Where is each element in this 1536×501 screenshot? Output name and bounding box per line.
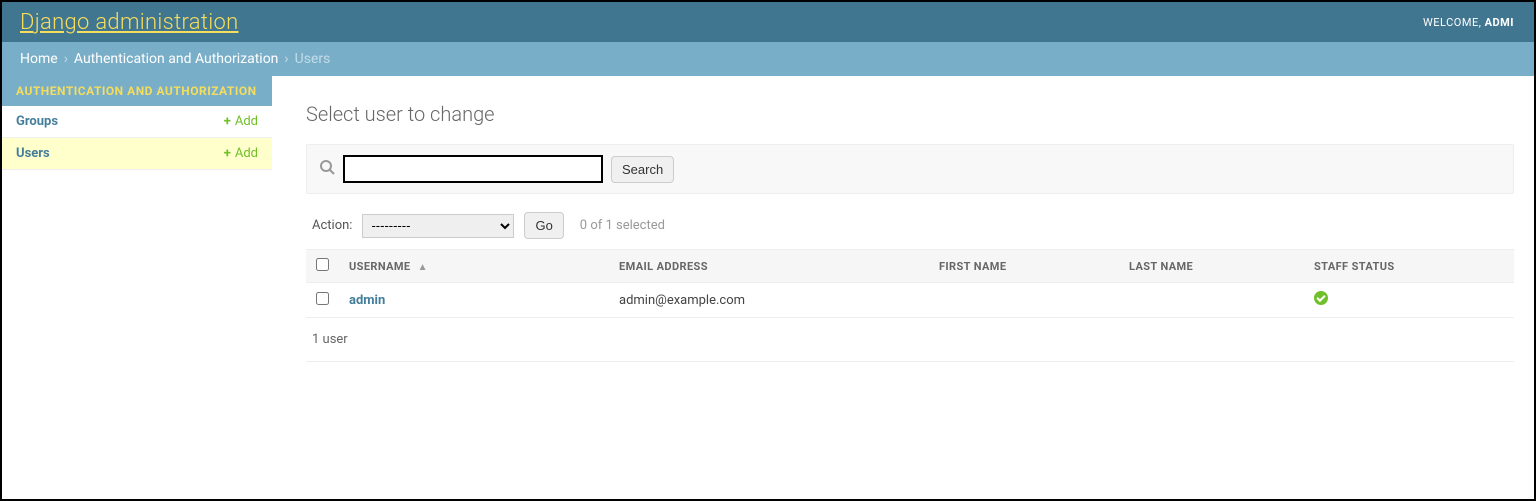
col-first-name[interactable]: FIRST NAME bbox=[929, 250, 1119, 283]
user-tools: WELCOME, ADMI bbox=[1423, 16, 1514, 29]
sidebar: AUTHENTICATION AND AUTHORIZATION Groups … bbox=[2, 76, 272, 382]
sidebar-item-users[interactable]: Users + Add bbox=[2, 138, 272, 170]
action-select[interactable]: --------- bbox=[362, 214, 514, 238]
col-last-name[interactable]: LAST NAME bbox=[1119, 250, 1304, 283]
breadcrumbs: Home › Authentication and Authorization … bbox=[2, 42, 1534, 76]
add-users-link[interactable]: + Add bbox=[224, 146, 258, 161]
breadcrumb-sep: › bbox=[284, 51, 288, 67]
go-button[interactable]: Go bbox=[524, 212, 563, 239]
welcome-prefix: WELCOME, bbox=[1423, 16, 1485, 29]
site-title-link[interactable]: Django administration bbox=[20, 10, 239, 35]
row-last-name bbox=[1119, 283, 1304, 318]
results-table: USERNAME ▲ EMAIL ADDRESS FIRST NAME LAST… bbox=[306, 249, 1514, 318]
sidebar-item-groups[interactable]: Groups + Add bbox=[2, 106, 272, 138]
yes-icon bbox=[1314, 291, 1328, 305]
sidebar-item-label[interactable]: Groups bbox=[16, 114, 58, 129]
header: Django administration WELCOME, ADMI bbox=[2, 2, 1534, 42]
add-groups-link[interactable]: + Add bbox=[224, 114, 258, 129]
breadcrumb-home[interactable]: Home bbox=[20, 51, 58, 67]
breadcrumb-app[interactable]: Authentication and Authorization bbox=[74, 51, 279, 67]
breadcrumb-sep: › bbox=[64, 51, 68, 67]
welcome-user: ADMI bbox=[1485, 16, 1514, 29]
selection-counter: 0 of 1 selected bbox=[580, 218, 665, 233]
sidebar-caption: AUTHENTICATION AND AUTHORIZATION bbox=[2, 76, 272, 106]
paginator: 1 user bbox=[306, 318, 1514, 362]
add-label: Add bbox=[235, 114, 258, 129]
row-staff-status bbox=[1304, 283, 1514, 318]
content: Select user to change Search Action: ---… bbox=[272, 76, 1534, 382]
row-username-link[interactable]: admin bbox=[349, 293, 385, 308]
table-row: admin admin@example.com bbox=[306, 283, 1514, 318]
add-label: Add bbox=[235, 146, 258, 161]
row-checkbox[interactable] bbox=[316, 292, 329, 305]
col-staff-status[interactable]: STAFF STATUS bbox=[1304, 250, 1514, 283]
sidebar-item-label[interactable]: Users bbox=[16, 146, 50, 161]
select-all-checkbox[interactable] bbox=[316, 258, 329, 271]
page-title: Select user to change bbox=[306, 102, 1514, 126]
search-input[interactable] bbox=[343, 155, 603, 183]
breadcrumb-current: Users bbox=[295, 51, 331, 67]
plus-icon: + bbox=[224, 114, 231, 129]
col-email[interactable]: EMAIL ADDRESS bbox=[609, 250, 929, 283]
col-label: USERNAME bbox=[349, 260, 411, 273]
row-email: admin@example.com bbox=[609, 283, 929, 318]
search-toolbar: Search bbox=[306, 144, 1514, 194]
select-all-header bbox=[306, 250, 339, 283]
action-label: Action: bbox=[312, 218, 352, 233]
row-first-name bbox=[929, 283, 1119, 318]
search-icon bbox=[319, 159, 335, 179]
sort-asc-icon: ▲ bbox=[418, 262, 428, 273]
search-button[interactable]: Search bbox=[611, 156, 674, 183]
plus-icon: + bbox=[224, 146, 231, 161]
col-username[interactable]: USERNAME ▲ bbox=[339, 250, 609, 283]
actions-bar: Action: --------- Go 0 of 1 selected bbox=[306, 212, 1514, 239]
